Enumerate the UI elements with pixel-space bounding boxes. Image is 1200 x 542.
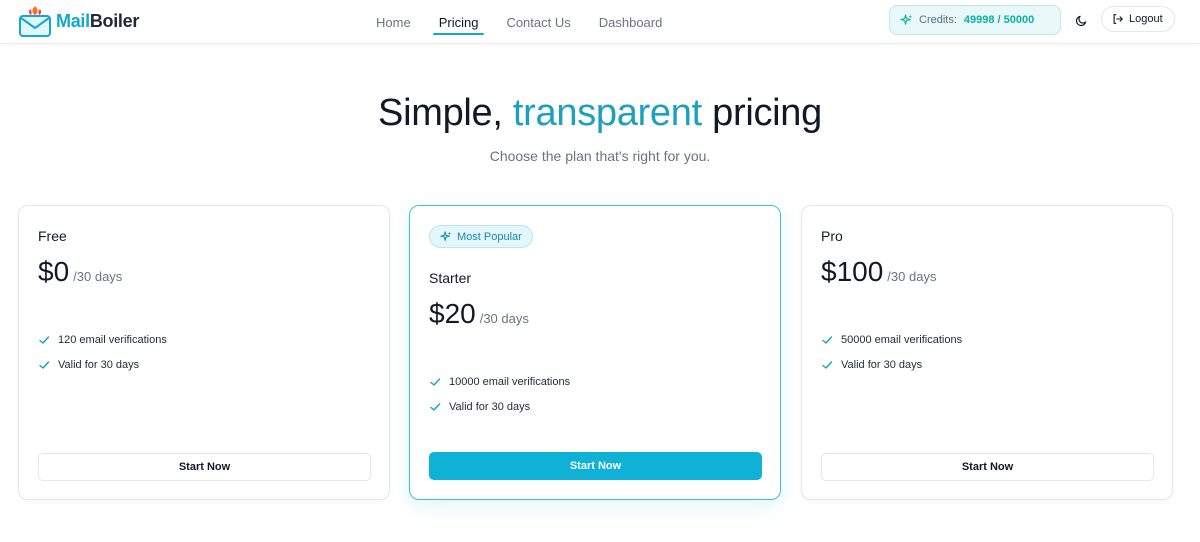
feature-item: Valid for 30 days <box>38 352 167 377</box>
page-title: Simple, transparent pricing <box>378 92 822 134</box>
feature-item: 50000 email verifications <box>821 327 962 352</box>
plan-name: Starter <box>429 270 472 286</box>
plan-card-starter: Most Popular Starter $20/30 days 10000 e… <box>409 205 781 500</box>
logo[interactable]: MailBoiler <box>18 4 139 38</box>
logout-button[interactable]: Logout <box>1101 6 1175 32</box>
mailboiler-logo-icon <box>18 4 52 38</box>
check-icon <box>38 359 50 371</box>
most-popular-badge: Most Popular <box>429 225 533 248</box>
nav-contact-us[interactable]: Contact Us <box>492 0 584 44</box>
feature-list: 50000 email verifications Valid for 30 d… <box>821 327 962 377</box>
feature-list: 120 email verifications Valid for 30 day… <box>38 327 167 377</box>
credits-badge[interactable]: Credits: 49998 / 50000 <box>889 5 1061 35</box>
start-now-button-free[interactable]: Start Now <box>38 453 371 481</box>
title-accent: transparent <box>512 92 702 134</box>
sparkles-icon <box>900 13 913 27</box>
plan-price: $100/30 days <box>821 256 937 287</box>
nav-pricing[interactable]: Pricing <box>425 0 493 44</box>
nav-dashboard[interactable]: Dashboard <box>585 0 677 44</box>
plan-price: $20/30 days <box>429 298 529 329</box>
plan-period: /30 days <box>479 311 529 326</box>
start-now-button-pro[interactable]: Start Now <box>821 453 1154 481</box>
page-subtitle: Choose the plan that's right for you. <box>489 148 711 164</box>
plan-name: Pro <box>821 228 843 244</box>
logout-label: Logout <box>1129 13 1163 25</box>
logo-text: MailBoiler <box>56 10 140 31</box>
logout-icon <box>1112 13 1124 25</box>
top-navbar: MailBoiler Home Pricing Contact Us Dashb… <box>0 0 1200 44</box>
plan-period: /30 days <box>73 269 123 284</box>
check-icon <box>429 376 441 388</box>
check-icon <box>429 401 441 413</box>
feature-item: Valid for 30 days <box>821 352 962 377</box>
theme-toggle-button[interactable] <box>1070 9 1092 31</box>
nav-home[interactable]: Home <box>362 0 425 44</box>
feature-item: 10000 email verifications <box>429 369 570 394</box>
plan-name: Free <box>38 228 67 244</box>
moon-icon <box>1075 14 1088 27</box>
credits-label: Credits: <box>919 14 957 26</box>
plan-period: /30 days <box>887 269 937 284</box>
check-icon <box>821 359 833 371</box>
credits-value: 49998 / 50000 <box>963 14 1035 26</box>
plan-card-free: Free $0/30 days 120 email verifications … <box>18 205 390 500</box>
sparkles-icon <box>440 230 452 243</box>
feature-list: 10000 email verifications Valid for 30 d… <box>429 369 570 419</box>
plan-price: $0/30 days <box>38 256 123 287</box>
check-icon <box>821 334 833 346</box>
main-nav: Home Pricing Contact Us Dashboard <box>362 0 676 44</box>
feature-item: Valid for 30 days <box>429 394 570 419</box>
start-now-button-starter[interactable]: Start Now <box>429 452 762 480</box>
check-icon <box>38 334 50 346</box>
feature-item: 120 email verifications <box>38 327 167 352</box>
plan-card-pro: Pro $100/30 days 50000 email verificatio… <box>801 205 1173 500</box>
